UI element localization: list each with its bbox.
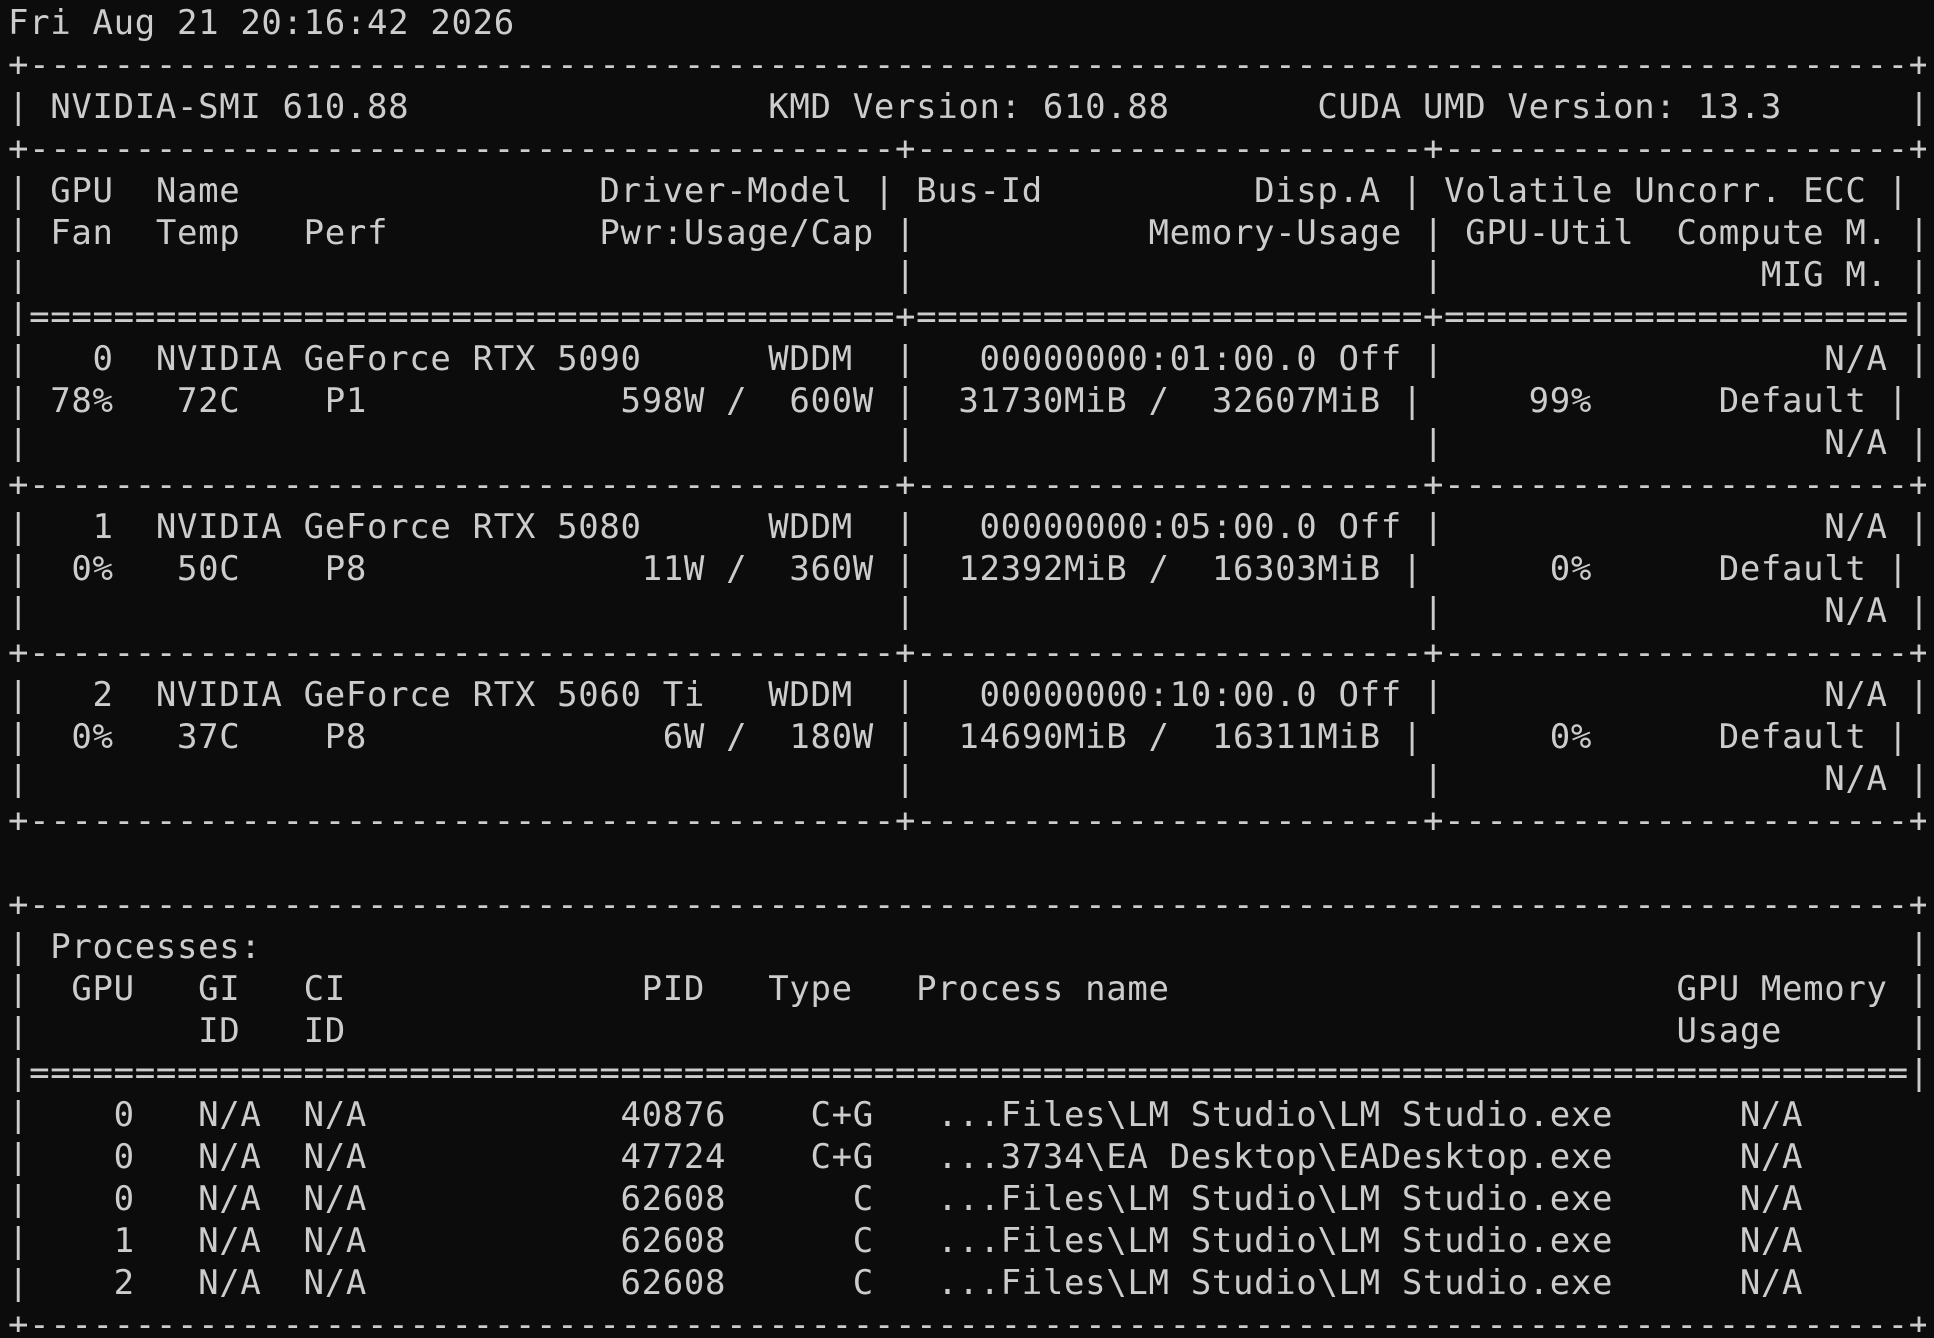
- gpu-1-row-1: | 1 NVIDIA GeForce RTX 5080 WDDM | 00000…: [8, 507, 1926, 547]
- gpu-2-row-1: | 2 NVIDIA GeForce RTX 5060 Ti WDDM | 00…: [8, 675, 1926, 715]
- gpu-1-row-3: | | | N/A |: [8, 591, 1926, 631]
- process-row: | 0 N/A N/A 40876 C+G ...Files\LM Studio…: [8, 1095, 1926, 1135]
- gpu-1-border: +---------------------------------------…: [8, 633, 1926, 673]
- terminal-output[interactable]: Fri Aug 21 20:16:42 2026 +--------------…: [8, 2, 1926, 1332]
- blank-line: [8, 842, 1926, 884]
- gpu-2-row-3: | | | N/A |: [8, 759, 1926, 799]
- gpu-table-header-row-2: | Fan Temp Perf Pwr:Usage/Cap | Memory-U…: [8, 213, 1926, 253]
- gpu-0-row-1: | 0 NVIDIA GeForce RTX 5090 WDDM | 00000…: [8, 339, 1926, 379]
- process-table-title: | Processes: |: [8, 927, 1926, 967]
- gpu-table-border-bottom: +---------------------------------------…: [8, 801, 1926, 841]
- version-line: | NVIDIA-SMI 610.88 KMD Version: 610.88 …: [8, 87, 1926, 127]
- process-table-header-separator: |=======================================…: [8, 1053, 1926, 1093]
- gpu-0-row-3: | | | N/A |: [8, 423, 1926, 463]
- gpu-table-header-row-3: | | | MIG M. |: [8, 255, 1926, 295]
- process-row: | 2 N/A N/A 62608 C ...Files\LM Studio\L…: [8, 1263, 1926, 1303]
- gpu-table-header-separator: |=======================================…: [8, 297, 1926, 337]
- header-border-columns: +---------------------------------------…: [8, 129, 1926, 169]
- gpu-0-row-2: | 78% 72C P1 598W / 600W | 31730MiB / 32…: [8, 381, 1909, 421]
- process-table-header-row-2: | ID ID Usage |: [8, 1011, 1926, 1051]
- gpu-0-border: +---------------------------------------…: [8, 465, 1926, 505]
- process-table-header-row-1: | GPU GI CI PID Type Process name GPU Me…: [8, 969, 1926, 1009]
- gpu-table-header-row-1: | GPU Name Driver-Model | Bus-Id Disp.A …: [8, 171, 1909, 211]
- process-table-border-bottom: +---------------------------------------…: [8, 1305, 1926, 1332]
- gpu-1-row-2: | 0% 50C P8 11W / 360W | 12392MiB / 1630…: [8, 549, 1909, 589]
- header-border-top: +---------------------------------------…: [8, 45, 1926, 85]
- gpu-2-row-2: | 0% 37C P8 6W / 180W | 14690MiB / 16311…: [8, 717, 1909, 757]
- process-row: | 1 N/A N/A 62608 C ...Files\LM Studio\L…: [8, 1221, 1926, 1261]
- process-row: | 0 N/A N/A 47724 C+G ...3734\EA Desktop…: [8, 1137, 1926, 1177]
- process-table-border-top: +---------------------------------------…: [8, 885, 1926, 925]
- process-row: | 0 N/A N/A 62608 C ...Files\LM Studio\L…: [8, 1179, 1926, 1219]
- timestamp-line: Fri Aug 21 20:16:42 2026: [8, 3, 515, 43]
